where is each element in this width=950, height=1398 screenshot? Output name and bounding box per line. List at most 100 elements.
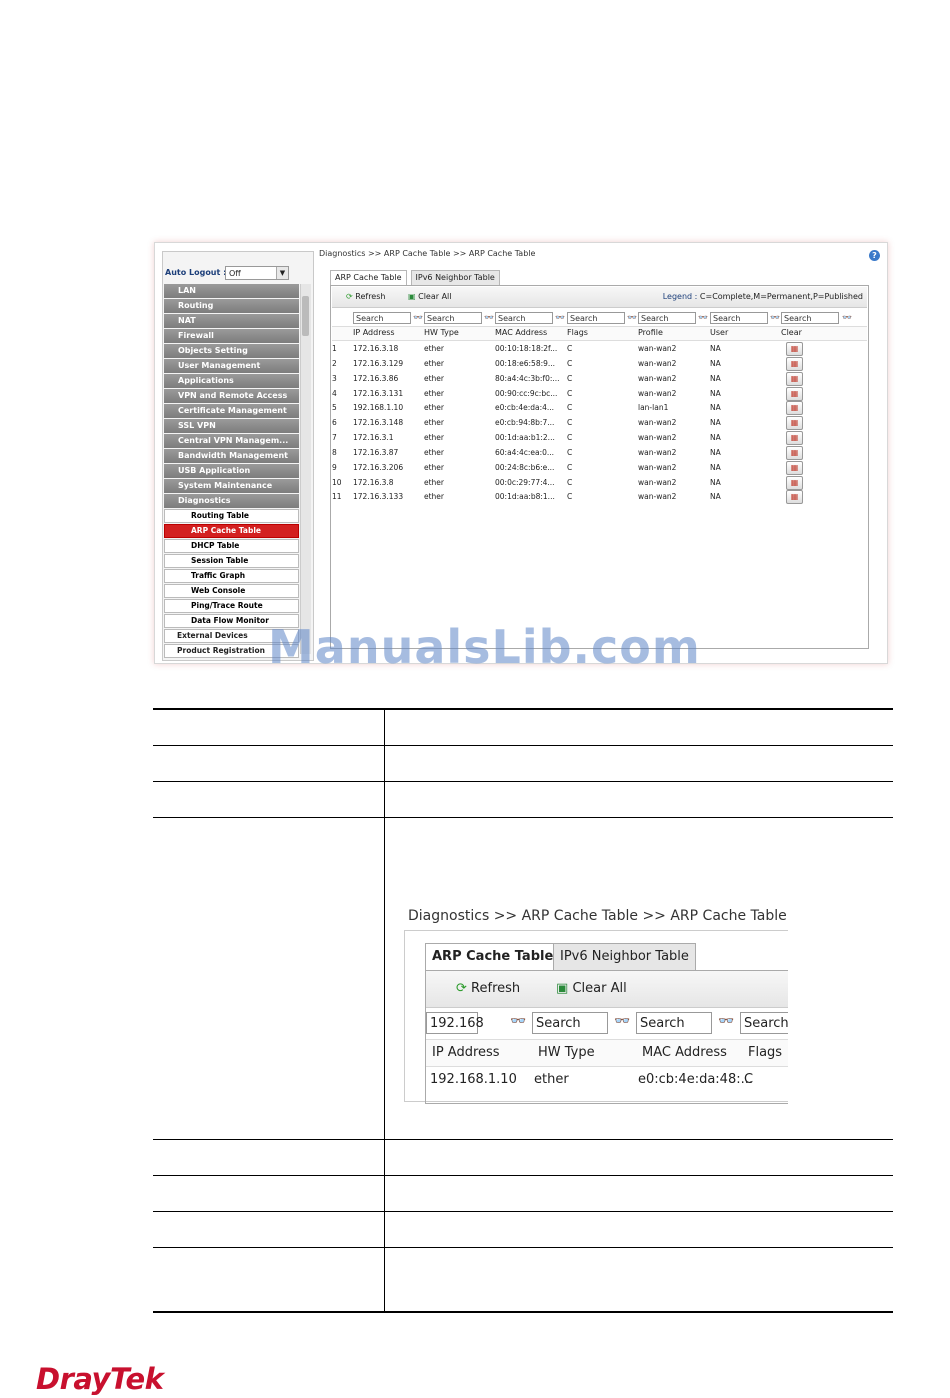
binoculars-icon[interactable]: 👓 bbox=[718, 1014, 734, 1029]
auto-logout-select[interactable]: Off ▼ bbox=[225, 266, 289, 280]
menu-routing[interactable]: Routing bbox=[164, 299, 299, 313]
ip-address: 192.168.1.10 bbox=[353, 403, 404, 413]
menu-bandwidth-management[interactable]: Bandwidth Management bbox=[164, 449, 299, 463]
menu-applications[interactable]: Applications bbox=[164, 374, 299, 388]
clear-entry-icon[interactable]: ▦ bbox=[786, 342, 803, 356]
clear-entry-icon[interactable]: ▦ bbox=[786, 460, 803, 475]
mac-address: e0:cb:4e:da:48:... bbox=[638, 1072, 753, 1087]
col-user[interactable]: User bbox=[710, 328, 728, 337]
zoom-tab-ipv6-neighbor-table[interactable]: IPv6 Neighbor Table bbox=[553, 943, 696, 970]
zoom-search-flags-input[interactable]: Search bbox=[740, 1012, 788, 1034]
row-index: 4 bbox=[332, 388, 337, 398]
clear-entry-icon[interactable]: ▦ bbox=[786, 490, 803, 505]
zoom-clear-all-label: Clear All bbox=[572, 981, 627, 996]
binoculars-icon[interactable]: 👓 bbox=[555, 313, 565, 322]
submenu-arp-cache-table[interactable]: ARP Cache Table bbox=[164, 524, 299, 538]
help-icon[interactable]: ? bbox=[869, 250, 880, 261]
clear-entry-icon[interactable]: ▦ bbox=[786, 386, 803, 401]
mac-address: 80:a4:4c:3b:f0:... bbox=[495, 373, 560, 383]
profile: wan-wan2 bbox=[638, 447, 677, 457]
col-flags[interactable]: Flags bbox=[748, 1045, 782, 1060]
menu-user-management[interactable]: User Management bbox=[164, 359, 299, 373]
col-flags[interactable]: Flags bbox=[567, 328, 588, 337]
submenu-dhcp-table[interactable]: DHCP Table bbox=[164, 539, 299, 553]
col-profile[interactable]: Profile bbox=[638, 328, 663, 337]
menu-firewall[interactable]: Firewall bbox=[164, 329, 299, 343]
search-user-input[interactable]: Search bbox=[710, 312, 768, 324]
submenu-traffic-graph[interactable]: Traffic Graph bbox=[164, 569, 299, 583]
clear-all-button[interactable]: ▣ Clear All bbox=[408, 292, 452, 301]
mac-address: 00:1d:aa:b8:1... bbox=[495, 492, 555, 502]
mac-address: e0:cb:4e:da:4... bbox=[495, 403, 555, 413]
clear-entry-icon[interactable]: ▦ bbox=[786, 475, 803, 490]
binoculars-icon[interactable]: 👓 bbox=[698, 313, 708, 322]
clear-entry-icon[interactable]: ▦ bbox=[786, 416, 803, 431]
binoculars-icon[interactable]: 👓 bbox=[510, 1014, 526, 1029]
menu-nat[interactable]: NAT bbox=[164, 314, 299, 328]
zoom-breadcrumb: Diagnostics >> ARP Cache Table >> ARP Ca… bbox=[408, 908, 787, 924]
col-mac-address[interactable]: MAC Address bbox=[642, 1045, 727, 1060]
clear-entry-icon[interactable]: ▦ bbox=[786, 401, 803, 416]
col-hw-type[interactable]: HW Type bbox=[538, 1045, 595, 1060]
column-divider bbox=[384, 1248, 385, 1311]
menu-central-vpn[interactable]: Central VPN Managem... bbox=[164, 434, 299, 448]
submenu-routing-table[interactable]: Routing Table bbox=[164, 509, 299, 523]
desc-row bbox=[153, 708, 893, 745]
menu-objects-setting[interactable]: Objects Setting bbox=[164, 344, 299, 358]
tab-arp-cache-table[interactable]: ARP Cache Table bbox=[330, 270, 407, 285]
mac-address: 60:a4:4c:ea:0... bbox=[495, 447, 555, 457]
clear-entry-icon[interactable]: ▦ bbox=[786, 371, 803, 386]
clear-entry-icon[interactable]: ▦ bbox=[786, 431, 803, 446]
tab-ipv6-neighbor-table[interactable]: IPv6 Neighbor Table bbox=[410, 270, 500, 285]
zoom-clear-all-button[interactable]: ▣ Clear All bbox=[556, 981, 627, 996]
row-index: 9 bbox=[332, 462, 337, 472]
search-flags-input[interactable]: Search bbox=[567, 312, 625, 324]
table-row: 11 172.16.3.133 ether 00:1d:aa:b8:1... Cwan-… bbox=[332, 490, 867, 505]
refresh-button[interactable]: ⟳ Refresh bbox=[346, 292, 385, 301]
zoom-search-mac-input[interactable]: Search bbox=[636, 1012, 712, 1034]
submenu-ping-trace-route[interactable]: Ping/Trace Route bbox=[164, 599, 299, 613]
menu-certificate-management[interactable]: Certificate Management bbox=[164, 404, 299, 418]
zoom-search-hwtype-input[interactable]: Search bbox=[532, 1012, 608, 1034]
zoom-search-ip-input[interactable]: 192.168 bbox=[426, 1012, 484, 1034]
zoom-refresh-button[interactable]: ⟳ Refresh bbox=[456, 981, 520, 996]
binoculars-icon[interactable]: 👓 bbox=[413, 313, 423, 322]
arp-cache-screenshot: Auto Logout : Off ▼ LAN Routing NAT Fire… bbox=[154, 242, 888, 664]
hw-type: ether bbox=[424, 388, 445, 398]
table-row: 7 172.16.3.1 ether 00:1d:aa:b1:2... Cwan-wan… bbox=[332, 431, 867, 446]
binoculars-icon[interactable]: 👓 bbox=[484, 313, 494, 322]
search-mac-input[interactable]: Search bbox=[495, 312, 553, 324]
submenu-web-console[interactable]: Web Console bbox=[164, 584, 299, 598]
search-profile-input[interactable]: Search bbox=[638, 312, 696, 324]
col-ip-address[interactable]: IP Address bbox=[432, 1045, 500, 1060]
submenu-session-table[interactable]: Session Table bbox=[164, 554, 299, 568]
search-clear-input[interactable]: Search bbox=[781, 312, 839, 324]
menu-lan[interactable]: LAN bbox=[164, 284, 299, 298]
main-content: Diagnostics >> ARP Cache Table >> ARP Ca… bbox=[318, 248, 884, 658]
col-hw-type[interactable]: HW Type bbox=[424, 328, 459, 337]
col-mac-address[interactable]: MAC Address bbox=[495, 328, 547, 337]
binoculars-icon[interactable]: 👓 bbox=[627, 313, 637, 322]
menu-ssl-vpn[interactable]: SSL VPN bbox=[164, 419, 299, 433]
menu-usb-application[interactable]: USB Application bbox=[164, 464, 299, 478]
zoom-frame: ARP Cache Table IPv6 Neighbor Table ⟳ Re… bbox=[404, 930, 788, 1104]
column-divider bbox=[384, 1176, 385, 1211]
sidebar-scrollbar[interactable] bbox=[300, 284, 311, 654]
flags: C bbox=[567, 477, 573, 487]
scrollbar-thumb[interactable] bbox=[302, 296, 309, 336]
binoculars-icon[interactable]: 👓 bbox=[614, 1014, 630, 1029]
clear-entry-icon[interactable]: ▦ bbox=[786, 356, 803, 371]
menu-diagnostics[interactable]: Diagnostics bbox=[164, 494, 299, 508]
binoculars-icon[interactable]: 👓 bbox=[842, 313, 852, 322]
profile: wan-wan2 bbox=[638, 344, 677, 353]
clear-entry-icon[interactable]: ▦ bbox=[786, 445, 803, 460]
menu-system-maintenance[interactable]: System Maintenance bbox=[164, 479, 299, 493]
menu-vpn-remote-access[interactable]: VPN and Remote Access bbox=[164, 389, 299, 403]
search-ip-input[interactable]: Search bbox=[353, 312, 411, 324]
hw-type: ether bbox=[424, 492, 445, 502]
binoculars-icon[interactable]: 👓 bbox=[770, 313, 780, 322]
search-hwtype-input[interactable]: Search bbox=[424, 312, 482, 324]
col-clear[interactable]: Clear bbox=[781, 328, 802, 337]
col-ip-address[interactable]: IP Address bbox=[353, 328, 395, 337]
zoom-tab-arp-cache-table[interactable]: ARP Cache Table bbox=[425, 943, 561, 970]
